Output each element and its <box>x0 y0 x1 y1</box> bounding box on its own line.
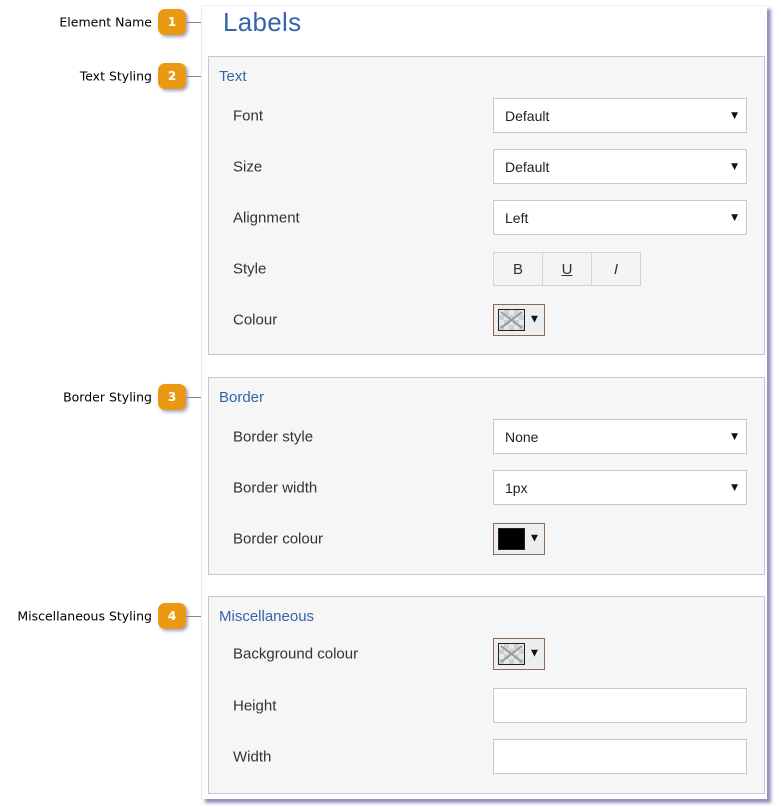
size-row: Size Default ▼ <box>209 149 764 185</box>
callout-label: Border Styling <box>63 389 152 405</box>
font-select[interactable]: Default ▼ <box>493 98 747 133</box>
chevron-down-icon: ▼ <box>731 431 738 442</box>
background-colour-row: Background colour ▼ <box>209 636 764 672</box>
callout-label: Element Name <box>59 14 152 30</box>
chevron-down-icon: ▼ <box>731 161 738 172</box>
bold-icon: B <box>512 260 523 278</box>
labels-properties-panel: Labels Text Font Default ▼ Size Default … <box>201 5 767 799</box>
border-style-select[interactable]: None ▼ <box>493 419 747 454</box>
style-row: Style B U I <box>209 251 764 287</box>
background-colour-label: Background colour <box>233 645 359 663</box>
border-width-row: Border width 1px ▼ <box>209 470 764 506</box>
callout-badge: 3 <box>158 384 186 410</box>
border-width-select[interactable]: 1px ▼ <box>493 470 747 505</box>
text-section-legend: Text <box>219 68 247 85</box>
misc-section: Miscellaneous Background colour ▼ Height… <box>208 596 765 794</box>
transparent-swatch-icon <box>498 643 525 665</box>
size-select[interactable]: Default ▼ <box>493 149 747 184</box>
callout-label: Text Styling <box>79 68 152 84</box>
font-row: Font Default ▼ <box>209 98 764 134</box>
font-label: Font <box>233 107 264 125</box>
alignment-row: Alignment Left ▼ <box>209 200 764 236</box>
border-section: Border Border style None ▼ Border width … <box>208 377 765 575</box>
chevron-down-icon: ▼ <box>731 482 738 493</box>
font-select-value: Default <box>505 107 550 124</box>
bold-button[interactable]: B <box>493 252 543 286</box>
panel-title: Labels <box>223 7 302 37</box>
border-colour-picker[interactable]: ▼ <box>493 523 545 555</box>
border-colour-label: Border colour <box>233 530 324 548</box>
transparent-swatch-icon <box>498 309 525 331</box>
italic-icon: I <box>613 260 619 278</box>
height-row: Height <box>209 688 764 724</box>
height-label: Height <box>233 697 277 715</box>
black-swatch-icon <box>498 528 525 550</box>
chevron-down-icon: ▼ <box>531 648 538 659</box>
width-row: Width <box>209 739 764 775</box>
size-label: Size <box>233 158 263 176</box>
alignment-select[interactable]: Left ▼ <box>493 200 747 235</box>
callout-badge: 4 <box>158 603 186 629</box>
colour-label: Colour <box>233 311 278 329</box>
underline-button[interactable]: U <box>542 252 592 286</box>
text-style-button-group: B U I <box>493 252 641 286</box>
width-label: Width <box>233 748 272 766</box>
border-style-select-value: None <box>505 428 539 445</box>
background-colour-picker[interactable]: ▼ <box>493 638 545 670</box>
chevron-down-icon: ▼ <box>731 110 738 121</box>
style-label: Style <box>233 260 267 278</box>
border-style-row: Border style None ▼ <box>209 419 764 455</box>
border-style-label: Border style <box>233 428 314 446</box>
border-width-label: Border width <box>233 479 318 497</box>
misc-section-legend: Miscellaneous <box>219 608 315 625</box>
callout-badge: 2 <box>158 63 186 89</box>
alignment-select-value: Left <box>505 209 529 226</box>
border-section-legend: Border <box>219 389 265 406</box>
size-select-value: Default <box>505 158 550 175</box>
callout-label: Miscellaneous Styling <box>17 608 152 624</box>
colour-row: Colour ▼ <box>209 302 764 338</box>
callout-badge: 1 <box>158 9 186 35</box>
italic-button[interactable]: I <box>591 252 641 286</box>
width-input[interactable] <box>493 739 747 774</box>
alignment-label: Alignment <box>233 209 300 227</box>
border-width-select-value: 1px <box>505 479 528 496</box>
underline-icon: U <box>561 260 573 278</box>
chevron-down-icon: ▼ <box>731 212 738 223</box>
text-section: Text Font Default ▼ Size Default ▼ Align… <box>208 56 765 355</box>
chevron-down-icon: ▼ <box>531 314 538 325</box>
chevron-down-icon: ▼ <box>531 533 538 544</box>
text-colour-picker[interactable]: ▼ <box>493 304 545 336</box>
height-input[interactable] <box>493 688 747 723</box>
border-colour-row: Border colour ▼ <box>209 521 764 557</box>
